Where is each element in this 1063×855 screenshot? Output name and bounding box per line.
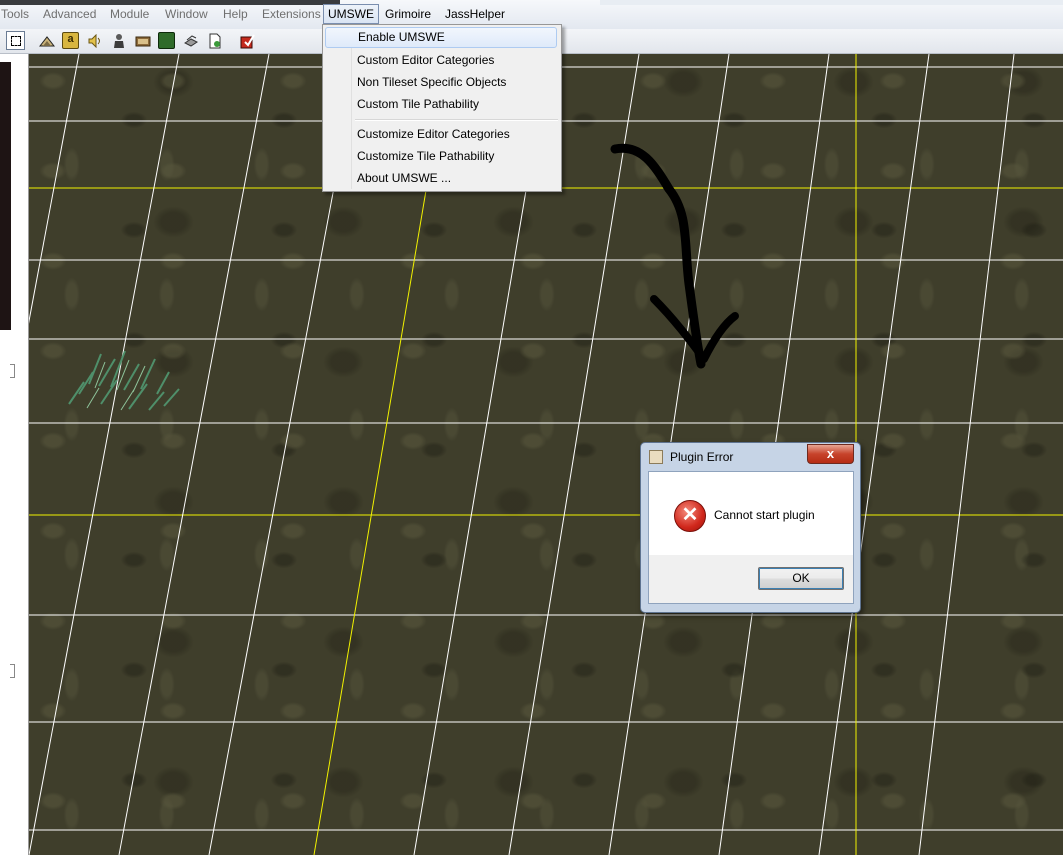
object-icon[interactable]	[181, 31, 200, 50]
item-icon[interactable]	[133, 31, 152, 50]
menu-item-custom-editor-categories[interactable]: Custom Editor Categories	[325, 50, 557, 71]
minimap-preview	[0, 62, 11, 330]
menu-tools[interactable]: Tools	[0, 5, 33, 23]
menu-advanced[interactable]: Advanced	[39, 5, 100, 23]
doodad-icon[interactable]: a	[61, 31, 80, 50]
error-icon: ✕	[674, 500, 706, 532]
menu-separator	[355, 119, 558, 121]
dialog-title: Plugin Error	[670, 450, 734, 464]
import-icon[interactable]	[205, 31, 224, 50]
menu-jasshelper[interactable]: JassHelper	[441, 5, 509, 23]
menu-item-about-umswe[interactable]: About UMSWE ...	[325, 168, 557, 189]
test-map-icon[interactable]	[237, 31, 256, 50]
dialog-footer: OK	[648, 555, 854, 604]
menu-item-non-tileset-specific-objects[interactable]: Non Tileset Specific Objects	[325, 72, 557, 93]
error-message: Cannot start plugin	[714, 508, 815, 522]
menu-item-custom-tile-pathability[interactable]: Custom Tile Pathability	[325, 94, 557, 115]
menu-grimoire[interactable]: Grimoire	[381, 5, 435, 23]
menu-umswe[interactable]: UMSWE	[323, 4, 379, 24]
menu-item-customize-tile-pathability[interactable]: Customize Tile Pathability	[325, 146, 557, 167]
ok-button[interactable]: OK	[758, 567, 844, 590]
terrain-icon[interactable]	[37, 31, 56, 50]
umswe-menu: Enable UMSWE Custom Editor Categories No…	[322, 24, 562, 192]
select-icon[interactable]	[6, 31, 25, 50]
menu-item-enable-umswe[interactable]: Enable UMSWE	[325, 27, 557, 48]
unit-icon[interactable]	[109, 31, 128, 50]
menu-extensions[interactable]: Extensions	[258, 5, 325, 23]
menu-item-customize-editor-categories[interactable]: Customize Editor Categories	[325, 124, 557, 145]
menu-window[interactable]: Window	[161, 5, 212, 23]
menu-module[interactable]: Module	[106, 5, 153, 23]
splitter-handle[interactable]	[10, 364, 15, 378]
plugin-error-dialog: Plugin Error x ✕ Cannot start plugin OK	[640, 442, 861, 613]
title-strip-right	[600, 0, 1063, 5]
menu-help[interactable]: Help	[219, 5, 252, 23]
splitter-handle[interactable]	[10, 664, 15, 678]
dialog-body: ✕ Cannot start plugin	[648, 471, 854, 557]
close-button[interactable]: x	[807, 444, 854, 464]
app-icon	[649, 450, 663, 464]
left-panel	[0, 54, 29, 855]
sound-icon[interactable]	[85, 31, 104, 50]
trigger-icon[interactable]	[157, 31, 176, 50]
dialog-titlebar[interactable]: Plugin Error x	[641, 443, 860, 469]
